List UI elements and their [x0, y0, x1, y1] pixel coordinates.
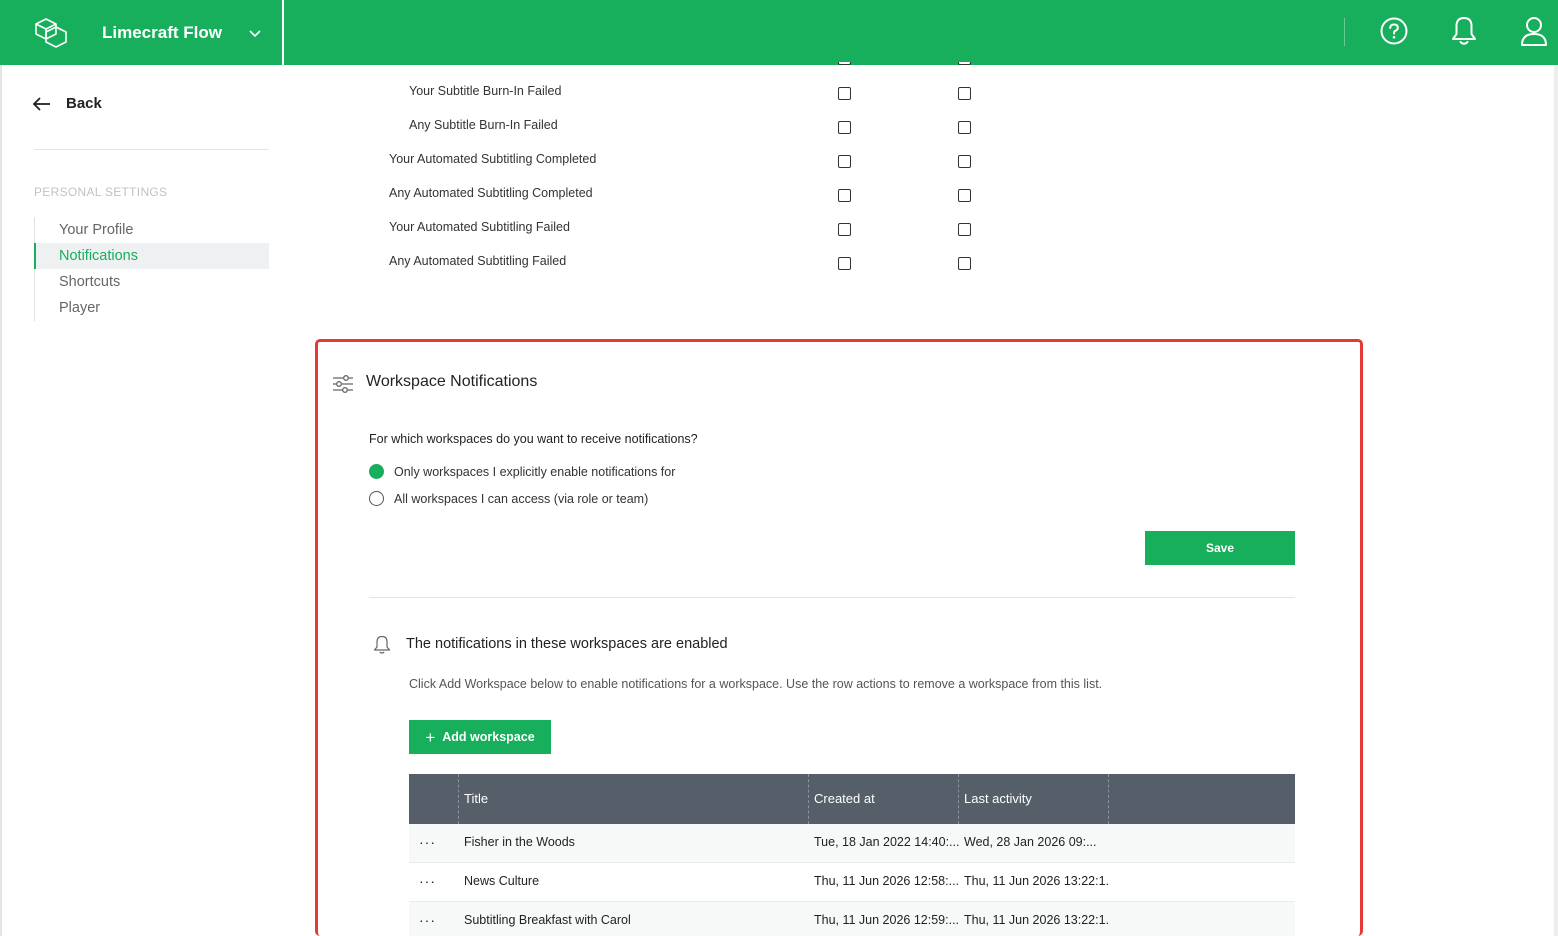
sliders-icon [333, 375, 353, 393]
notifications-button[interactable] [1449, 14, 1479, 48]
row-actions-button[interactable]: ··· [409, 824, 459, 863]
row-created: Thu, 11 Jun 2026 12:59:... [814, 913, 959, 927]
notification-label: Any Automated Subtitling Completed [389, 186, 593, 200]
notification-row-cutoff [0, 50, 1000, 70]
email-checkbox[interactable] [838, 257, 851, 270]
notification-label: Your Automated Subtitling Completed [389, 152, 597, 166]
notification-row: Your Subtitle Burn-In Failed [0, 84, 1000, 104]
radio-selected[interactable] [369, 464, 384, 479]
row-spacer [1109, 824, 1295, 863]
row-last-activity: Wed, 28 Jan 2026 09:... [964, 835, 1097, 849]
checkbox-cutoff-2[interactable] [958, 62, 971, 65]
card-divider [369, 597, 1295, 598]
radio-label: Only workspaces I explicitly enable noti… [394, 464, 676, 479]
email-checkbox[interactable] [838, 223, 851, 236]
table-row[interactable]: ··· Subtitling Breakfast with Carol Thu,… [409, 902, 1295, 936]
column-header-actions [409, 774, 459, 824]
card-title: Workspace Notifications [366, 373, 538, 390]
checkbox-cutoff-1[interactable] [838, 62, 851, 65]
email-checkbox[interactable] [838, 121, 851, 134]
user-icon [1521, 17, 1547, 46]
in-app-checkbox[interactable] [958, 257, 971, 270]
add-workspace-label: Add workspace [442, 730, 535, 744]
notification-row: Any Automated Subtitling Completed [0, 186, 1000, 206]
row-last-activity: Thu, 11 Jun 2026 13:22:1... [964, 913, 1109, 927]
row-spacer [1109, 863, 1295, 902]
table-row[interactable]: ··· Fisher in the Woods Tue, 18 Jan 2022… [409, 824, 1295, 863]
row-created: Tue, 18 Jan 2022 14:40:... [814, 835, 959, 849]
radio-unselected[interactable] [369, 491, 384, 506]
logo-icon [35, 17, 67, 48]
header-divider [1344, 18, 1345, 46]
workspace-question: For which workspaces do you want to rece… [369, 432, 698, 446]
table-header: Title Created at Last activity [409, 774, 1295, 824]
column-header-empty [1109, 774, 1295, 824]
row-spacer [1109, 902, 1295, 936]
in-app-checkbox[interactable] [958, 87, 971, 100]
radio-label: All workspaces I can access (via role or… [394, 491, 649, 506]
app-name: Limecraft Flow [102, 22, 222, 42]
row-actions-button[interactable]: ··· [409, 902, 459, 936]
notification-row: Your Automated Subtitling Completed [0, 152, 1000, 172]
row-actions-button[interactable]: ··· [409, 863, 459, 902]
column-header-created[interactable]: Created at [809, 774, 959, 824]
email-checkbox[interactable] [838, 155, 851, 168]
notification-label: Your Automated Subtitling Failed [389, 220, 570, 234]
help-icon [1380, 17, 1408, 45]
notification-row: Any Automated Subtitling Failed [0, 254, 1000, 274]
help-text: Click Add Workspace below to enable noti… [409, 677, 1103, 691]
bell-icon [373, 635, 391, 654]
table-row[interactable]: ··· News Culture Thu, 11 Jun 2026 12:58:… [409, 863, 1295, 902]
save-button[interactable]: Save [1145, 531, 1295, 565]
scrollbar[interactable] [1554, 65, 1558, 936]
in-app-checkbox[interactable] [958, 189, 971, 202]
in-app-checkbox[interactable] [958, 223, 971, 236]
radio-option-explicit[interactable]: Only workspaces I explicitly enable noti… [369, 464, 675, 479]
notification-row: Your Automated Subtitling Failed [0, 220, 1000, 240]
row-title: Subtitling Breakfast with Carol [464, 913, 631, 927]
row-last-activity: Thu, 11 Jun 2026 13:22:1... [964, 874, 1109, 888]
row-title: Fisher in the Woods [464, 835, 575, 849]
sidebar-item-player[interactable]: Player [35, 295, 269, 321]
workspaces-table: Title Created at Last activity ··· Fishe… [409, 774, 1295, 936]
email-checkbox[interactable] [838, 189, 851, 202]
in-app-checkbox[interactable] [958, 121, 971, 134]
plus-icon: + [425, 727, 436, 747]
bell-icon [1452, 17, 1476, 45]
row-created: Thu, 11 Jun 2026 12:58:... [814, 874, 959, 888]
notification-label: Any Automated Subtitling Failed [389, 254, 567, 268]
workspace-notifications-card: Workspace Notifications For which worksp… [315, 339, 1363, 936]
in-app-checkbox[interactable] [958, 155, 971, 168]
add-workspace-button[interactable]: + Add workspace [409, 720, 551, 754]
notification-row: Any Subtitle Burn-In Failed [0, 118, 1000, 138]
notification-label: Your Subtitle Burn-In Failed [409, 84, 562, 98]
sidebar-divider [34, 149, 269, 150]
email-checkbox[interactable] [838, 87, 851, 100]
row-title: News Culture [464, 874, 540, 888]
chevron-down-icon [249, 29, 261, 37]
radio-option-all[interactable]: All workspaces I can access (via role or… [369, 491, 648, 506]
user-menu-button[interactable] [1519, 14, 1549, 48]
enabled-workspaces-title: The notifications in these workspaces ar… [406, 636, 728, 652]
column-header-title[interactable]: Title [459, 774, 809, 824]
help-button[interactable] [1379, 14, 1409, 48]
notification-label: Any Subtitle Burn-In Failed [409, 118, 558, 132]
column-header-last-activity[interactable]: Last activity [959, 774, 1109, 824]
